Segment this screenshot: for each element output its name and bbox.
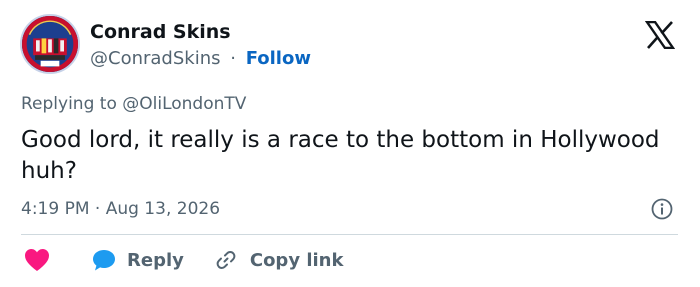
copy-link-button[interactable]: Copy link [214,248,344,272]
author-meta: @ConradSkins · Follow [90,48,311,69]
follow-button[interactable]: Follow [246,48,311,69]
info-icon[interactable] [651,198,673,220]
reply-label: Reply [127,249,184,271]
reply-context: Replying to @OliLondonTV [21,94,246,114]
avatar-image [22,16,78,72]
author-name[interactable]: Conrad Skins [90,21,231,43]
heart-icon[interactable] [23,247,51,273]
x-logo-icon[interactable] [645,21,675,49]
tweet-text: Good lord, it really is a race to the bo… [21,127,660,184]
reply-prefix: Replying to [21,94,123,114]
separator-dot: · [230,48,236,69]
link-icon [214,248,238,272]
divider [21,234,678,235]
author-handle[interactable]: @ConradSkins [90,48,220,69]
speech-bubble-icon [91,247,117,273]
avatar[interactable] [20,14,80,74]
reply-mention[interactable]: @OliLondonTV [122,94,246,114]
tweet-timestamp[interactable]: 4:19 PM · Aug 13, 2026 [21,199,220,219]
copy-link-label: Copy link [249,249,344,271]
action-bar: Reply Copy link [21,245,343,275]
reply-button[interactable]: Reply [91,247,184,273]
